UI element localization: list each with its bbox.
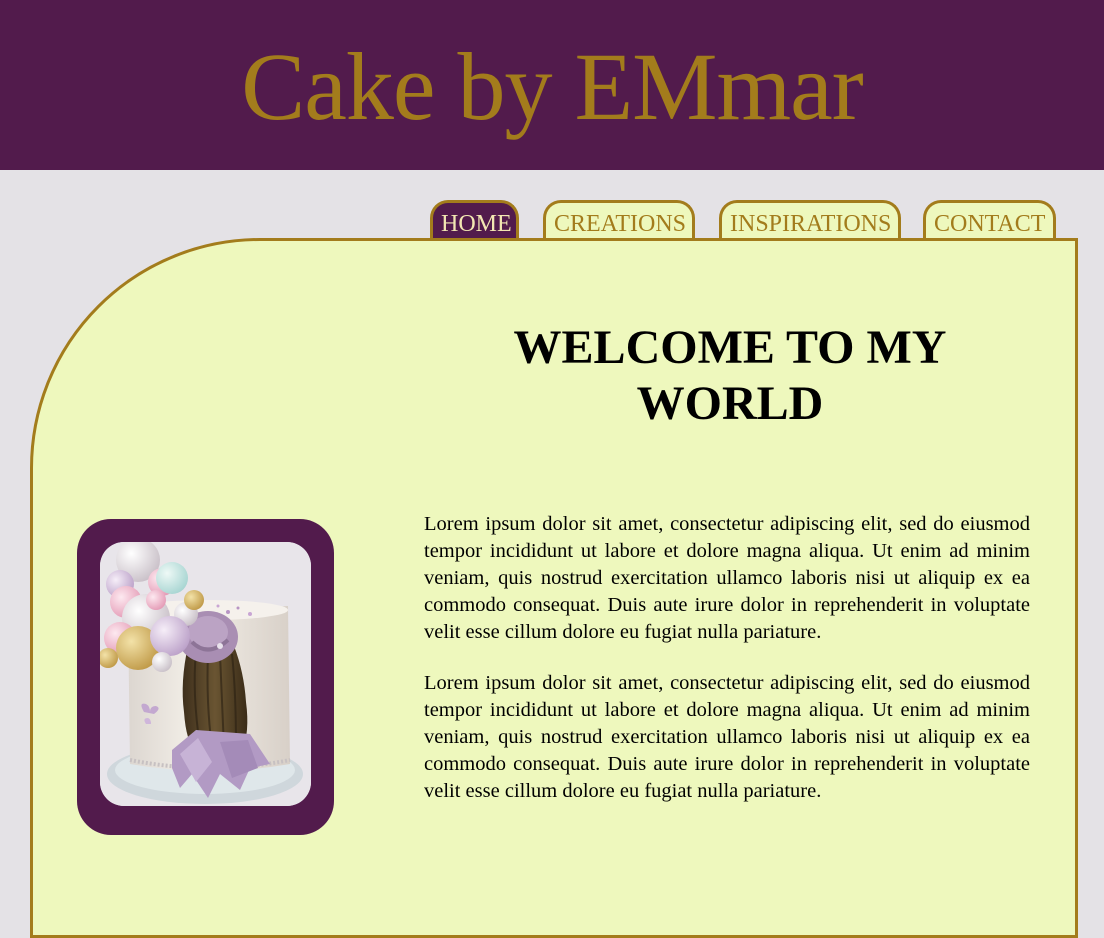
paragraph: Lorem ipsum dolor sit amet, consectetur … [424, 672, 1030, 802]
welcome-heading: WELCOME TO MY WORLD [513, 321, 947, 430]
tab-contact[interactable]: CONTACT [923, 200, 1056, 238]
photo-frame [77, 519, 334, 835]
tab-inspirations[interactable]: INSPIRATIONS [719, 200, 901, 238]
tab-creations[interactable]: CREATIONS [543, 200, 695, 238]
site-header: Cake by EMmar [0, 0, 1104, 170]
cake-photo [100, 542, 311, 806]
paragraph: Lorem ipsum dolor sit amet, consectetur … [424, 513, 1030, 643]
site-title: Cake by EMmar [241, 33, 864, 140]
intro-text: Lorem ipsum dolor sit amet, consectetur … [424, 511, 1030, 829]
main-nav: HOME CREATIONS INSPIRATIONS CONTACT [0, 200, 1104, 240]
tab-home[interactable]: HOME [430, 200, 519, 238]
